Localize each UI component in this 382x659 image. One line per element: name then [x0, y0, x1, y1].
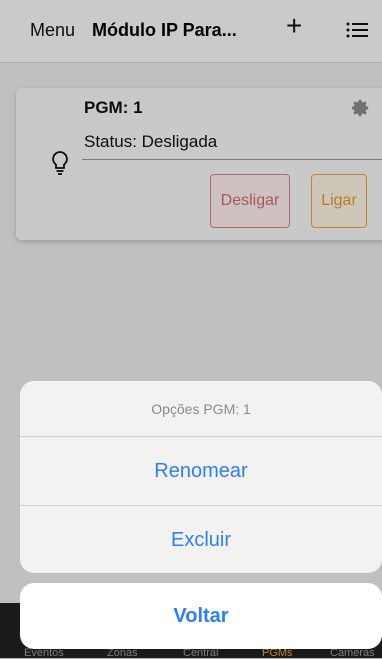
delete-button[interactable]: Excluir — [20, 506, 382, 573]
back-button[interactable]: Voltar — [20, 583, 382, 649]
rename-button[interactable]: Renomear — [20, 437, 382, 505]
action-sheet: Opções PGM: 1 Renomear Excluir — [20, 381, 382, 573]
action-sheet-title: Opções PGM: 1 — [151, 400, 251, 417]
